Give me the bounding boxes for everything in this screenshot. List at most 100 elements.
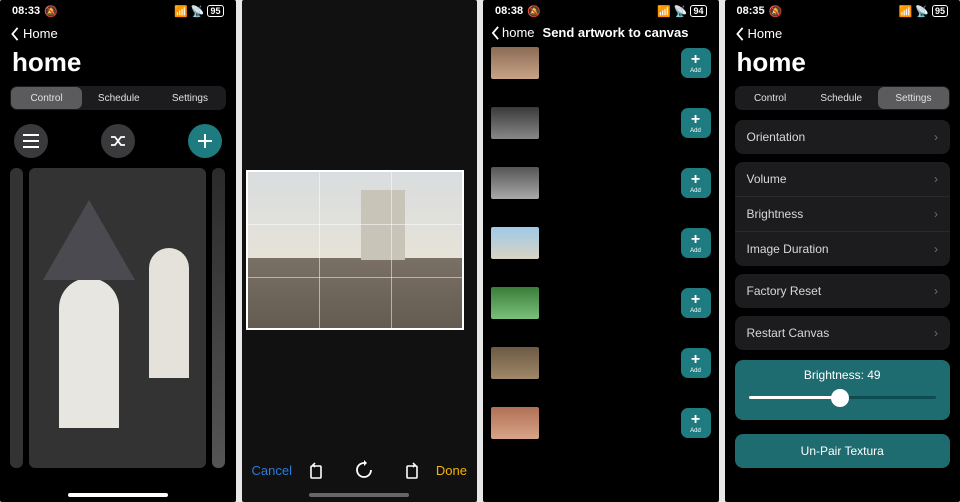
plus-icon: + — [691, 413, 700, 427]
add-label: Add — [690, 248, 701, 254]
brightness-panel: Brightness: 49 — [735, 360, 951, 420]
status-bar: 08:38🔕 📶 📡 94 — [483, 0, 719, 22]
clock: 08:35 — [737, 5, 765, 17]
nav-title: Send artwork to canvas — [543, 25, 689, 40]
add-button[interactable]: +Add — [681, 288, 711, 318]
battery-icon: 95 — [207, 5, 223, 17]
row-brightness[interactable]: Brightness› — [735, 196, 951, 231]
status-bar: 08:35🔕 📶 📡 95 — [725, 0, 960, 22]
row-orientation[interactable]: Orientation› — [735, 120, 951, 154]
wifi-icon: 📡 — [674, 5, 688, 18]
artwork-thumb[interactable] — [491, 347, 539, 379]
back-label: Home — [748, 26, 783, 41]
settings-group-display: Volume› Brightness› Image Duration› — [735, 162, 951, 266]
chevron-right-icon: › — [934, 130, 938, 144]
shuffle-button[interactable] — [101, 124, 135, 158]
tab-control[interactable]: Control — [735, 86, 806, 110]
reset-button[interactable] — [354, 460, 374, 480]
artwork-row: +Add — [491, 287, 711, 319]
add-button[interactable]: +Add — [681, 348, 711, 378]
gallery[interactable] — [0, 168, 236, 468]
rotate-left-button[interactable] — [306, 460, 326, 480]
plus-icon: + — [691, 113, 700, 127]
gallery-current[interactable] — [29, 168, 206, 468]
home-indicator[interactable] — [309, 493, 409, 497]
plus-icon: + — [691, 233, 700, 247]
chevron-right-icon: › — [934, 172, 938, 186]
rotate-right-button[interactable] — [402, 460, 422, 480]
crop-grid[interactable] — [246, 170, 464, 330]
add-button[interactable]: +Add — [681, 408, 711, 438]
plus-icon: + — [691, 353, 700, 367]
rotate-left-icon — [306, 460, 326, 480]
settings-group-orientation: Orientation› — [735, 120, 951, 154]
row-restart[interactable]: Restart Canvas› — [735, 316, 951, 350]
tab-settings[interactable]: Settings — [154, 86, 225, 110]
unpair-button[interactable]: Un-Pair Textura — [735, 434, 951, 468]
chevron-right-icon: › — [934, 242, 938, 256]
settings-group-restart: Restart Canvas› — [735, 316, 951, 350]
artwork-row: +Add — [491, 227, 711, 259]
add-label: Add — [690, 128, 701, 134]
brightness-slider[interactable] — [749, 388, 937, 406]
artwork-thumb[interactable] — [491, 167, 539, 199]
nav-bar: home Send artwork to canvas — [483, 22, 719, 43]
artwork-row: +Add — [491, 167, 711, 199]
add-artwork-button[interactable] — [188, 124, 222, 158]
done-button[interactable]: Done — [436, 463, 467, 478]
plus-icon: + — [691, 53, 700, 67]
tab-schedule[interactable]: Schedule — [806, 86, 877, 110]
gallery-prev[interactable] — [10, 168, 23, 468]
brightness-value-label: Brightness: 49 — [749, 368, 937, 382]
screen-settings: 08:35🔕 📶 📡 95 Home home Control Schedule… — [725, 0, 960, 502]
slider-knob[interactable] — [831, 389, 849, 407]
tab-schedule[interactable]: Schedule — [83, 86, 154, 110]
artwork-row: +Add — [491, 107, 711, 139]
list-view-button[interactable] — [14, 124, 48, 158]
artwork-row: +Add — [491, 407, 711, 439]
crop-image[interactable] — [246, 170, 464, 330]
add-button[interactable]: +Add — [681, 168, 711, 198]
add-button[interactable]: +Add — [681, 48, 711, 78]
artwork-list[interactable]: +Add +Add +Add +Add +Add +Add +Add — [483, 43, 719, 439]
tab-settings[interactable]: Settings — [878, 87, 949, 109]
artwork-thumb[interactable] — [491, 407, 539, 439]
rotate-right-icon — [402, 460, 422, 480]
back-button[interactable]: Home — [725, 22, 960, 45]
home-indicator[interactable] — [68, 493, 168, 497]
back-button[interactable]: home — [491, 25, 535, 40]
add-label: Add — [690, 68, 701, 74]
tab-segmented: Control Schedule Settings — [10, 86, 226, 110]
row-factory-reset[interactable]: Factory Reset› — [735, 274, 951, 308]
plus-icon: + — [691, 293, 700, 307]
chevron-right-icon: › — [934, 284, 938, 298]
back-label: Home — [23, 26, 58, 41]
add-label: Add — [690, 368, 701, 374]
row-volume[interactable]: Volume› — [735, 162, 951, 196]
artwork-thumb[interactable] — [491, 47, 539, 79]
gallery-next[interactable] — [212, 168, 225, 468]
battery-icon: 95 — [932, 5, 948, 17]
screen-send-artwork: 08:38🔕 📶 📡 94 home Send artwork to canva… — [483, 0, 719, 502]
tab-control[interactable]: Control — [11, 87, 82, 109]
chevron-left-icon — [491, 26, 500, 40]
status-icons: 📶 📡 95 — [174, 5, 223, 18]
chevron-right-icon: › — [934, 326, 938, 340]
wifi-icon: 📡 — [915, 5, 929, 18]
cancel-button[interactable]: Cancel — [252, 463, 292, 478]
add-button[interactable]: +Add — [681, 108, 711, 138]
back-button[interactable]: Home — [0, 22, 236, 45]
list-icon — [23, 134, 39, 148]
row-image-duration[interactable]: Image Duration› — [735, 231, 951, 266]
artwork-thumb[interactable] — [491, 287, 539, 319]
artwork-thumb[interactable] — [491, 107, 539, 139]
silent-icon: 🔕 — [44, 5, 58, 18]
crop-toolbar: Cancel Done — [242, 448, 478, 492]
control-toolbar — [0, 120, 236, 168]
add-label: Add — [690, 308, 701, 314]
crop-area[interactable] — [242, 170, 478, 330]
add-button[interactable]: +Add — [681, 228, 711, 258]
artwork-thumb[interactable] — [491, 227, 539, 259]
artwork-row: +Add — [491, 347, 711, 379]
tab-segmented: Control Schedule Settings — [735, 86, 951, 110]
